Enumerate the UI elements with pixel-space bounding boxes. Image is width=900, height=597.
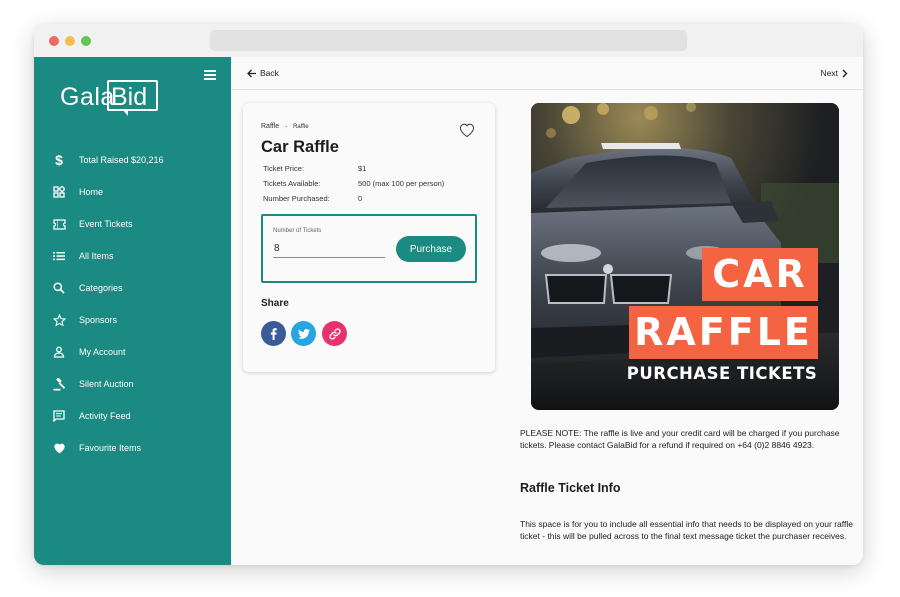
poster-line-purchase-tickets: PURCHASE TICKETS xyxy=(626,364,818,383)
title-bar xyxy=(34,24,863,57)
sidebar-item-label: Activity Feed xyxy=(79,411,131,421)
poster-line-car: CAR xyxy=(702,248,818,301)
user-icon xyxy=(52,345,66,359)
maximize-window-button[interactable] xyxy=(81,36,91,46)
breadcrumb-separator: - xyxy=(285,124,288,130)
next-button[interactable]: Next xyxy=(821,68,848,78)
sidebar-item-silent-auction[interactable]: Silent Auction xyxy=(34,369,231,401)
sidebar-item-label: Categories xyxy=(79,283,123,293)
sidebar-item-label: Sponsors xyxy=(79,315,118,325)
favourite-heart-icon[interactable] xyxy=(458,122,476,138)
detail-row: Number Purchased: 0 xyxy=(263,194,483,209)
raffle-item-card: Raffle - Raffle Car Raffle Ticket Price:… xyxy=(243,103,495,372)
detail-row: Tickets Available: 500 (max 100 per pers… xyxy=(263,179,483,194)
ticket-icon xyxy=(52,217,66,231)
ticket-details: Ticket Price: $1 Tickets Available: 500 … xyxy=(263,164,483,209)
heart-icon xyxy=(52,441,66,455)
sidebar-item-categories[interactable]: Categories xyxy=(34,273,231,305)
feed-icon xyxy=(52,409,66,423)
sidebar-item-event-tickets[interactable]: Event Tickets xyxy=(34,209,231,241)
sidebar-item-sponsors[interactable]: Sponsors xyxy=(34,305,231,337)
number-of-tickets-input[interactable] xyxy=(273,239,385,258)
facebook-icon xyxy=(270,327,277,340)
link-icon xyxy=(328,327,341,340)
next-label: Next xyxy=(820,68,838,78)
twitter-share-button[interactable] xyxy=(291,321,316,346)
raffle-info-description: This space is for you to include all ess… xyxy=(520,519,853,541)
page-title: Car Raffle xyxy=(261,138,339,156)
sidebar-item-total-raised[interactable]: $ Total Raised $20,216 xyxy=(34,145,231,177)
sidebar-item-favourite-items[interactable]: Favourite Items xyxy=(34,433,231,465)
sidebar-item-activity-feed[interactable]: Activity Feed xyxy=(34,401,231,433)
number-of-tickets-label: Number of Tickets xyxy=(273,228,322,234)
detail-value: $1 xyxy=(358,164,367,173)
gavel-icon xyxy=(52,377,66,391)
car-raffle-poster: CAR RAFFLE PURCHASE TICKETS xyxy=(531,103,839,410)
copy-link-share-button[interactable] xyxy=(322,321,347,346)
sidebar-item-home[interactable]: Home xyxy=(34,177,231,209)
sidebar-item-label: Favourite Items xyxy=(79,443,142,453)
poster-line-raffle: RAFFLE xyxy=(629,306,818,359)
sidebar: Gala Bid $ Total Raised $20,216 Home Eve… xyxy=(34,57,231,565)
dollar-icon: $ xyxy=(55,152,63,168)
star-icon xyxy=(52,313,66,327)
arrow-left-icon xyxy=(247,69,256,77)
detail-label: Tickets Available: xyxy=(263,179,321,188)
purchase-form: Number of Tickets Purchase xyxy=(261,214,477,283)
sidebar-item-label: All Items xyxy=(79,251,114,261)
sidebar-item-label: Total Raised $20,216 xyxy=(79,155,164,165)
breadcrumb-current: Raffle xyxy=(293,124,309,130)
detail-value: 500 (max 100 per person) xyxy=(358,179,445,188)
back-label: Back xyxy=(260,68,279,78)
facebook-share-button[interactable] xyxy=(261,321,286,346)
twitter-icon xyxy=(297,328,310,339)
logo-speech-bubble: Bid xyxy=(107,80,158,111)
detail-value: 0 xyxy=(358,194,363,203)
raffle-info-title: Raffle Ticket Info xyxy=(520,481,621,495)
sidebar-item-label: Event Tickets xyxy=(79,219,133,229)
sidebar-item-all-items[interactable]: All Items xyxy=(34,241,231,273)
breadcrumb: Raffle - Raffle xyxy=(261,123,309,130)
hamburger-menu-icon[interactable] xyxy=(204,70,216,80)
share-heading: Share xyxy=(261,298,289,309)
sidebar-item-label: Home xyxy=(79,187,104,197)
purchase-button[interactable]: Purchase xyxy=(396,236,466,262)
breadcrumb-parent[interactable]: Raffle xyxy=(261,123,279,130)
raffle-note: PLEASE NOTE: The raffle is live and your… xyxy=(520,428,840,450)
sidebar-item-my-account[interactable]: My Account xyxy=(34,337,231,369)
sidebar-item-label: My Account xyxy=(79,347,126,357)
address-bar[interactable] xyxy=(210,30,687,51)
close-window-button[interactable] xyxy=(49,36,59,46)
page-topbar: Back Next xyxy=(231,57,863,90)
sidebar-item-label: Silent Auction xyxy=(79,379,134,389)
detail-label: Ticket Price: xyxy=(263,164,304,173)
back-button[interactable]: Back xyxy=(247,68,279,78)
logo-text-bid: Bid xyxy=(111,83,148,111)
sidebar-nav: $ Total Raised $20,216 Home Event Ticket… xyxy=(34,145,231,465)
dashboard-icon xyxy=(52,185,66,199)
detail-row: Ticket Price: $1 xyxy=(263,164,483,179)
detail-label: Number Purchased: xyxy=(263,194,330,203)
minimize-window-button[interactable] xyxy=(65,36,75,46)
search-icon xyxy=(52,281,66,295)
list-icon xyxy=(52,249,66,263)
chevron-right-icon xyxy=(842,69,848,77)
